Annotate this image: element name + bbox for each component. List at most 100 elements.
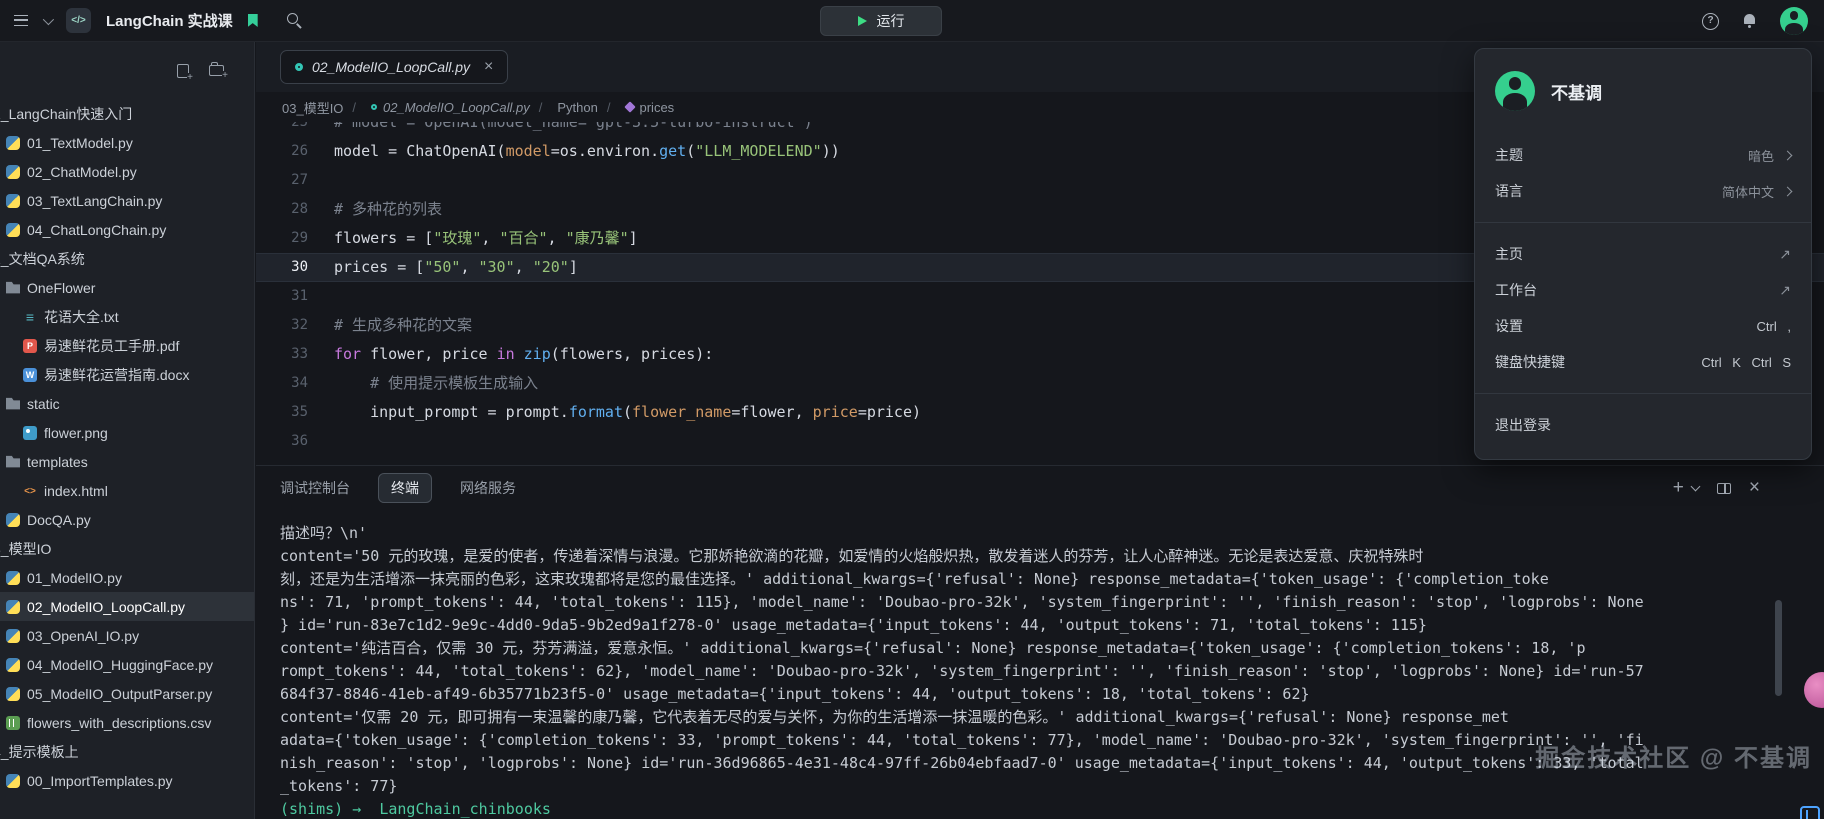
menu-item-keyboard-shortcuts[interactable]: 键盘快捷键 Ctrl K Ctrl S <box>1475 344 1811 380</box>
tab-terminal[interactable]: 终端 <box>378 473 432 503</box>
run-button[interactable]: 运行 <box>820 6 942 36</box>
file-tree-item[interactable]: templates <box>0 447 254 476</box>
shortcut-text: Ctrl , <box>1757 319 1791 334</box>
docx-icon <box>23 368 37 382</box>
terminal-line: } id='run-83e7c1d2-9e9c-4dd0-9da5-9b2ed9… <box>280 614 1824 637</box>
menu-label: 退出登录 <box>1495 415 1551 435</box>
app-title: LangChain 实战课 <box>106 10 233 31</box>
new-terminal-icon[interactable] <box>1673 478 1684 498</box>
run-label: 运行 <box>877 11 905 31</box>
code-text: for flower, price in zip(flowers, prices… <box>308 340 713 369</box>
tab-web-service[interactable]: 网络服务 <box>460 478 516 498</box>
code-text: # 生成多种花的文案 <box>308 311 472 340</box>
file-name: 3_模型IO <box>0 539 51 559</box>
menu-group-session: 退出登录 <box>1475 401 1811 449</box>
file-explorer: 1_LangChain快速入门 01_TextModel.py 02_ChatMod… <box>0 42 255 819</box>
tab-02-modelio-loopcall[interactable]: 02_ModelIO_LoopCall.py <box>280 50 508 84</box>
py-icon <box>6 571 20 585</box>
chevron-down-icon[interactable] <box>43 13 54 24</box>
py-icon <box>6 774 20 788</box>
tab-debug-console[interactable]: 调试控制台 <box>280 478 350 498</box>
explorer-toolbar <box>0 42 254 99</box>
file-tree-item[interactable]: 03_OpenAI_IO.py <box>0 621 254 650</box>
user-avatar-large <box>1495 71 1535 111</box>
terminal-scrollbar[interactable] <box>1775 600 1782 696</box>
file-tree-item[interactable]: 04_ModelIO_HuggingFace.py <box>0 650 254 679</box>
file-tree-item[interactable]: 易速鲜花运营指南.docx <box>0 360 254 389</box>
file-tree-item[interactable]: 2_文档QA系统 <box>0 244 254 273</box>
app-logo-icon[interactable] <box>66 8 91 33</box>
file-tree-item[interactable]: OneFlower <box>0 273 254 302</box>
file-name: 01_TextModel.py <box>27 135 133 151</box>
file-tree-item[interactable]: 01_ModelIO.py <box>0 563 254 592</box>
file-tree-item[interactable]: flower.png <box>0 418 254 447</box>
txt-icon <box>23 310 37 324</box>
terminal-line: rompt_tokens': 44, 'total_tokens': 62}, … <box>280 660 1824 683</box>
breadcrumb-label: 03_模型IO <box>282 98 343 117</box>
file-tree-item[interactable]: flowers_with_descriptions.csv <box>0 708 254 737</box>
topbar-left: LangChain 实战课 <box>14 8 302 33</box>
close-icon[interactable] <box>484 59 493 75</box>
file-tree-item[interactable]: 03_TextLangChain.py <box>0 186 254 215</box>
file-tree-item[interactable]: 00_ImportTemplates.py <box>0 766 254 795</box>
menu-item-home[interactable]: 主页 <box>1475 236 1811 272</box>
user-avatar[interactable] <box>1780 7 1808 35</box>
breadcrumb-symbol[interactable]: prices <box>598 100 674 115</box>
terminal-tabbar: 调试控制台 终端 网络服务 <box>256 466 1824 510</box>
terminal-panel: 调试控制台 终端 网络服务 描述吗？\n'content='50 元的玫瑰，是爱… <box>256 465 1824 819</box>
split-panel-icon[interactable] <box>1717 483 1731 494</box>
menu-item-settings[interactable]: 设置 Ctrl , <box>1475 308 1811 344</box>
menu-item-workbench[interactable]: 工作台 <box>1475 272 1811 308</box>
new-folder-icon[interactable] <box>209 65 224 76</box>
file-name: static <box>27 396 60 412</box>
file-tree-item[interactable]: 花语大全.txt <box>0 302 254 331</box>
file-name: 04_ChatLongChain.py <box>27 222 166 238</box>
file-tree-item[interactable]: 01_TextModel.py <box>0 128 254 157</box>
csv-icon <box>6 716 20 730</box>
file-tree-item[interactable]: 05_ModelIO_OutputParser.py <box>0 679 254 708</box>
file-name: 易速鲜花员工手册.pdf <box>44 336 179 356</box>
menu-item-theme[interactable]: 主题 暗色 <box>1475 137 1811 173</box>
breadcrumb-folder[interactable]: 03_模型IO <box>282 98 343 117</box>
terminal-line: _tokens': 77} <box>280 775 1824 798</box>
menu-item-language[interactable]: 语言 简体中文 <box>1475 173 1811 209</box>
new-file-icon[interactable] <box>177 64 189 78</box>
bell-icon[interactable] <box>1743 14 1756 28</box>
file-tree-item[interactable]: DocQA.py <box>0 505 254 534</box>
file-name: 花语大全.txt <box>44 307 119 327</box>
terminal-line: content='纯洁百合，仅需 30 元，芬芳满溢，爱意永恒。' additi… <box>280 637 1824 660</box>
file-tree: 1_LangChain快速入门 01_TextModel.py 02_ChatMod… <box>0 99 254 795</box>
file-tree-item[interactable]: 02_ChatModel.py <box>0 157 254 186</box>
close-panel-icon[interactable] <box>1749 478 1760 498</box>
shortcut-text: Ctrl K Ctrl S <box>1701 355 1791 370</box>
line-number: 32 <box>256 311 308 340</box>
file-name: 01_ModelIO.py <box>27 570 122 586</box>
terminal-dropdown-icon[interactable] <box>1690 481 1700 491</box>
file-tree-item[interactable]: 1_LangChain快速入门 <box>0 99 254 128</box>
file-tree-item[interactable]: static <box>0 389 254 418</box>
file-tree-item[interactable]: 4_提示模板上 <box>0 737 254 766</box>
file-name: OneFlower <box>27 280 95 296</box>
menu-value: 简体中文 <box>1722 182 1774 201</box>
menu-item-logout[interactable]: 退出登录 <box>1475 407 1811 443</box>
file-tree-item[interactable]: 易速鲜花员工手册.pdf <box>0 331 254 360</box>
breadcrumb-file[interactable]: 02_ModelIO_LoopCall.py <box>343 100 529 115</box>
file-icon <box>371 104 377 110</box>
help-icon[interactable] <box>1702 13 1719 30</box>
line-number: 27 <box>256 166 308 195</box>
terminal-line: content='仅需 20 元，即可拥有一束温馨的康乃馨，它代表着无尽的爱与关… <box>280 706 1824 729</box>
breadcrumb-language[interactable]: Python <box>530 100 598 115</box>
terminal-prompt: (shims) → LangChain_chinbooks <box>280 798 1824 819</box>
file-tree-item[interactable]: 02_ModelIO_LoopCall.py <box>0 592 254 621</box>
pdf-icon <box>23 339 37 353</box>
file-tree-item[interactable]: 04_ChatLongChain.py <box>0 215 254 244</box>
search-icon[interactable] <box>287 13 302 28</box>
file-icon <box>295 63 303 71</box>
file-tree-item[interactable]: index.html <box>0 476 254 505</box>
symbol-icon <box>624 101 635 112</box>
menu-label: 工作台 <box>1495 280 1537 300</box>
menu-icon[interactable] <box>14 15 28 26</box>
breadcrumb-label: prices <box>640 100 675 115</box>
file-tree-item[interactable]: 3_模型IO <box>0 534 254 563</box>
panel-toggle-icon[interactable] <box>1800 806 1820 819</box>
